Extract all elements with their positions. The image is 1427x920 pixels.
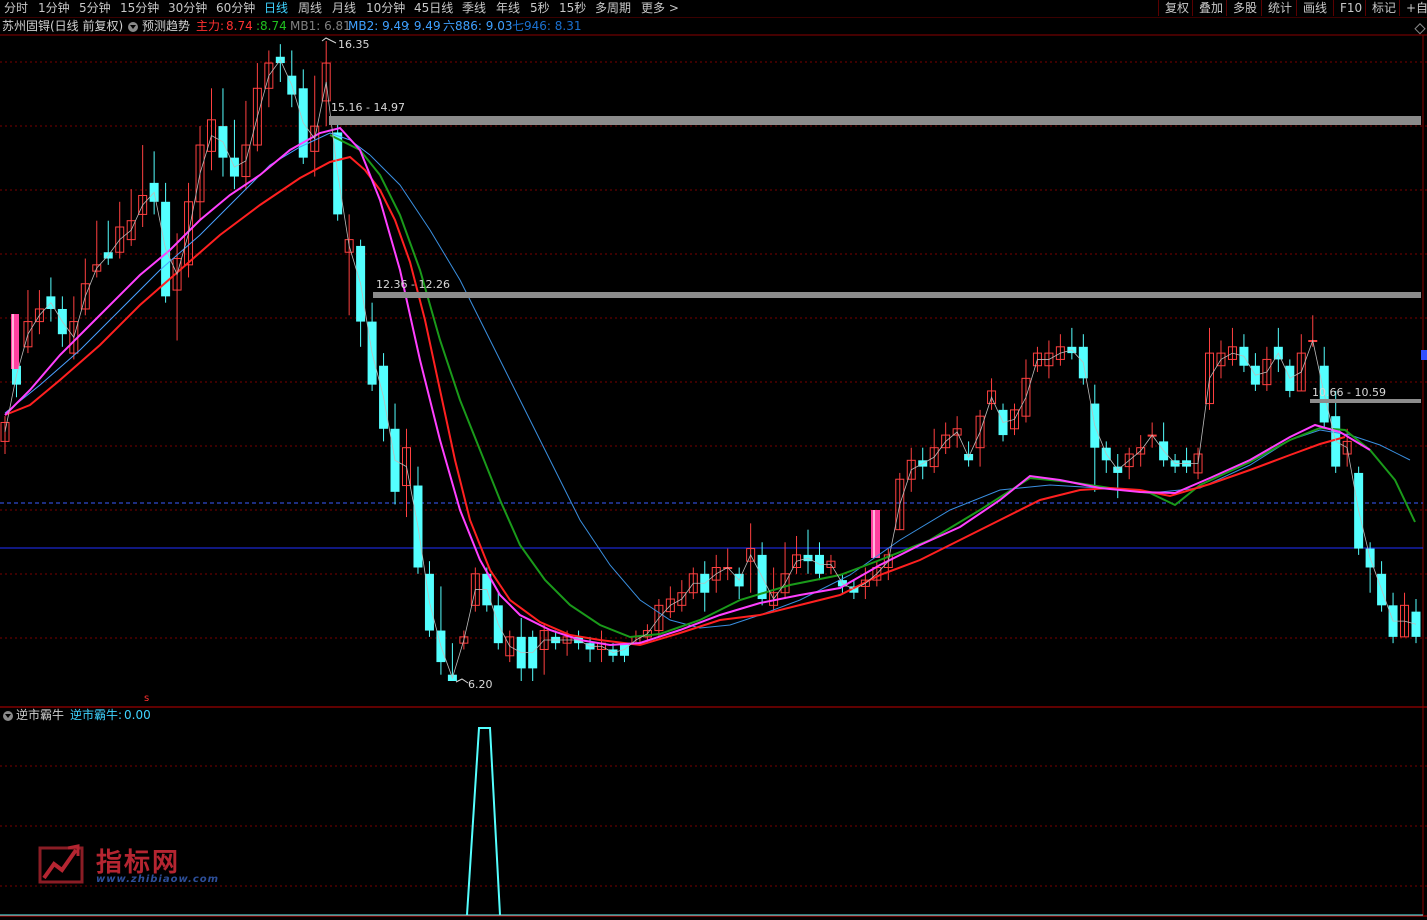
right-edge-marker bbox=[1421, 350, 1427, 360]
mb2-value-b: : 9.49 bbox=[406, 19, 441, 33]
six-value: 六886: 9.03 bbox=[443, 19, 513, 33]
resistance-label-3: 10.66 - 10.59 bbox=[1312, 386, 1386, 399]
resistance-label-2: 12.36 - 12.26 bbox=[376, 278, 450, 291]
ma-red-line bbox=[4, 155, 1346, 647]
signal-bar-mid bbox=[871, 510, 880, 558]
seven-value: 七946: 8.31 bbox=[512, 19, 582, 33]
main-info-bar: 苏州固锝(日线 前复权) 预测趋势 主力: 8.74 :8.74 MB1: 6.… bbox=[0, 18, 1427, 35]
main-force-label: 主力: bbox=[196, 19, 225, 33]
price-path-line bbox=[4, 59, 1417, 680]
high-pointer bbox=[321, 37, 337, 44]
resistance-bar-3 bbox=[1310, 399, 1421, 403]
signal-bar-left-stripe bbox=[12, 314, 14, 369]
ma-magenta-line bbox=[4, 126, 1371, 647]
ma-green-line bbox=[329, 134, 1416, 639]
main-force-value-2: :8.74 bbox=[256, 19, 287, 33]
logo-chart-icon bbox=[38, 844, 84, 884]
watermark-logo: 指标网 www.zhibiaow.com bbox=[38, 838, 218, 890]
high-price-label: 16.35 bbox=[338, 38, 370, 51]
sub-indicator-line bbox=[466, 727, 501, 916]
resistance-label-1: 15.16 - 14.97 bbox=[331, 101, 405, 114]
sub-indicator-label: 逆市霸牛: bbox=[70, 708, 123, 722]
kline-chart[interactable] bbox=[0, 0, 1427, 920]
mb1-value: MB1: 6.81 bbox=[290, 19, 351, 33]
resistance-bar-1 bbox=[329, 116, 1421, 125]
ma-blue-early bbox=[4, 132, 371, 414]
resistance-bar-2 bbox=[373, 292, 1421, 298]
sub-indicator-info: 逆市霸牛 逆市霸牛: 0.00 bbox=[0, 708, 400, 724]
low-pointer bbox=[455, 678, 469, 684]
sub-dropdown-circle-icon[interactable] bbox=[3, 711, 13, 721]
indicator-name[interactable]: 预测趋势 bbox=[142, 19, 190, 34]
watermark-url: www.zhibiaow.com bbox=[96, 874, 220, 885]
dropdown-circle-icon[interactable] bbox=[128, 22, 138, 32]
stock-title[interactable]: 苏州固锝(日线 前复权) bbox=[2, 19, 123, 34]
mb2-value: MB2: 9.49 bbox=[348, 19, 409, 33]
sub-indicator-name[interactable]: 逆市霸牛 bbox=[16, 708, 64, 723]
sub-indicator-value: 0.00 bbox=[124, 708, 151, 722]
low-price-label: 6.20 bbox=[468, 678, 493, 691]
main-force-value-1: 8.74 bbox=[226, 19, 253, 33]
signal-bar-mid-stripe bbox=[873, 510, 875, 558]
signal-marker: s bbox=[144, 693, 150, 704]
